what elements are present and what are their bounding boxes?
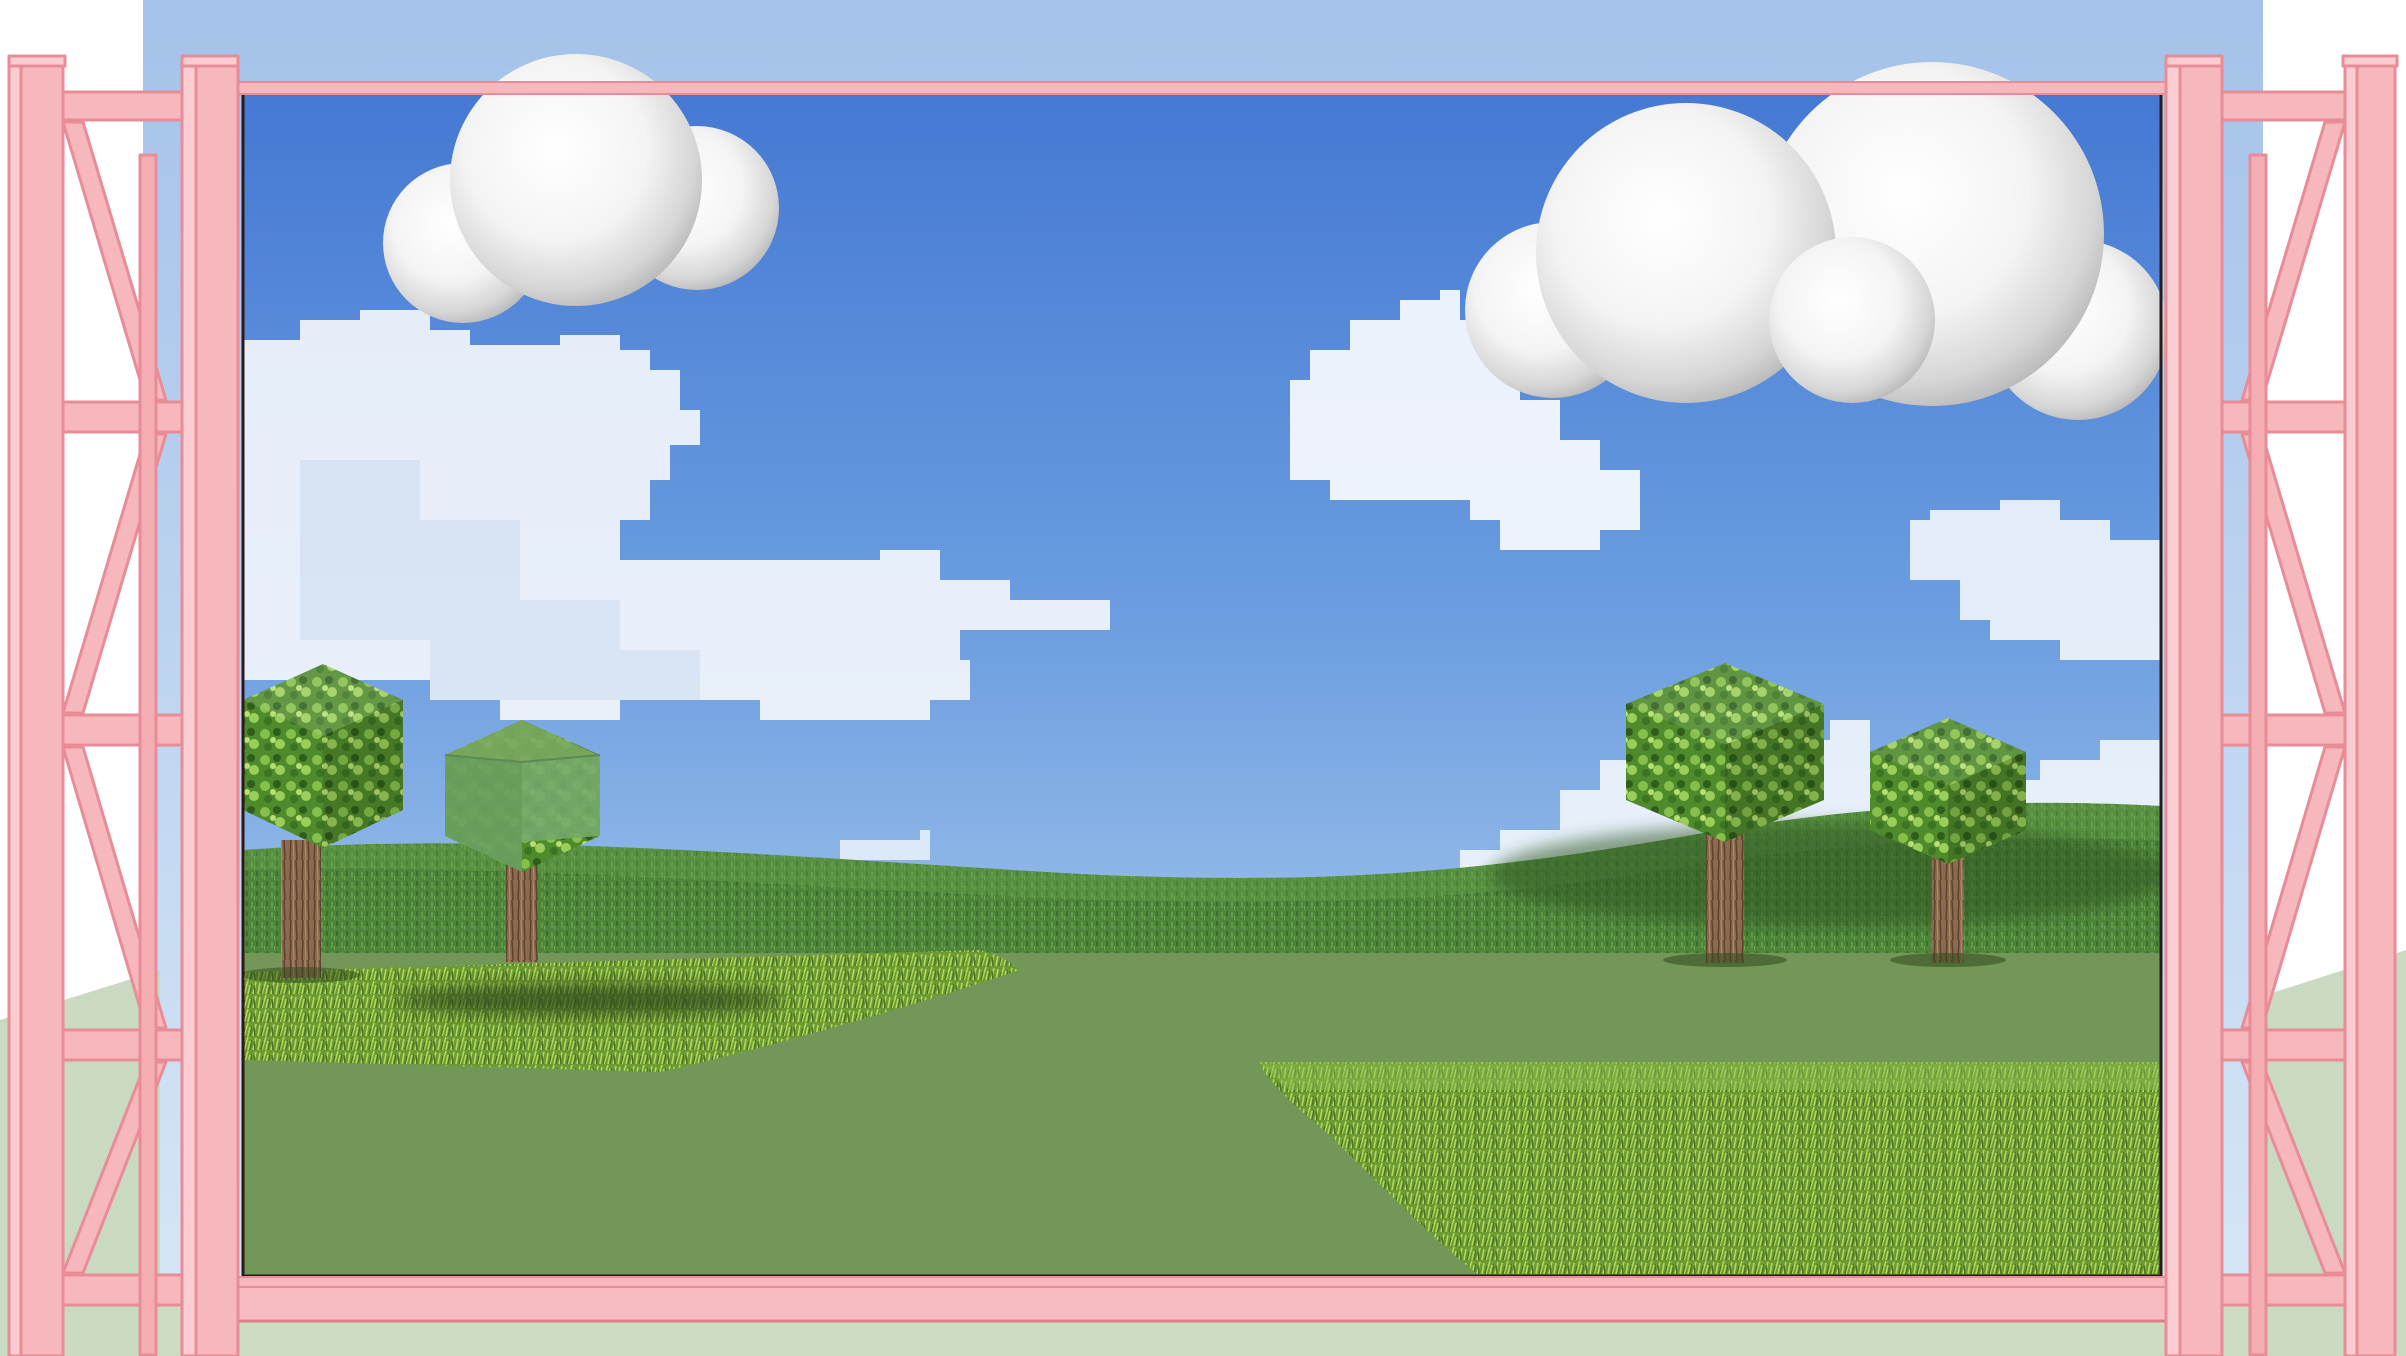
frame-top-beam xyxy=(182,81,2210,95)
frame-bottom-beam xyxy=(221,1276,2183,1323)
game-screen xyxy=(0,0,2406,1356)
tree-trunk xyxy=(281,840,321,978)
hill-shadow xyxy=(1490,823,2161,927)
tree-trunk xyxy=(1932,855,1964,963)
scene-canvas[interactable] xyxy=(0,0,2406,1356)
tree-shadow xyxy=(395,984,785,1016)
tree-trunk xyxy=(1706,825,1744,963)
